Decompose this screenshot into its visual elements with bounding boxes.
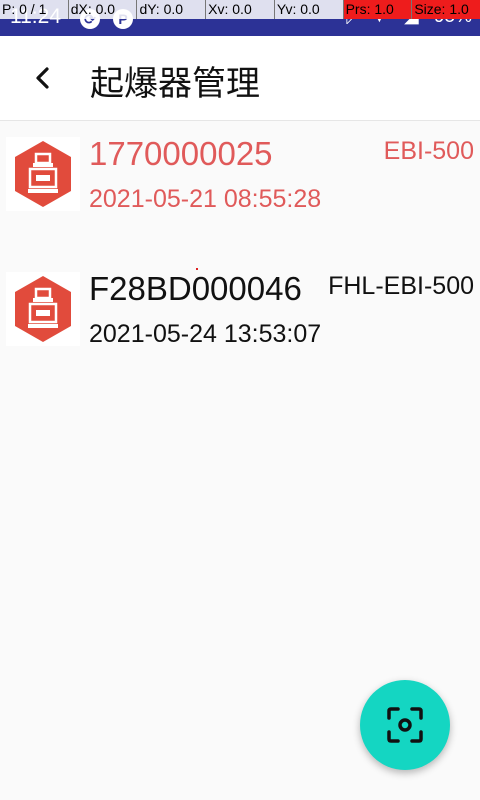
scan-icon [387, 707, 423, 743]
overlay-size: Size: 1.0 [412, 0, 480, 19]
device-model: FHL-EBI-500 [328, 272, 474, 300]
back-button[interactable] [22, 58, 62, 98]
pointer-location-overlay: P: 0 / 1 dX: 0.0 dY: 0.0 Xv: 0.0 Yv: 0.0… [0, 0, 480, 19]
device-model: EBI-500 [383, 137, 474, 165]
overlay-dx: dX: 0.0 [68, 0, 138, 19]
device-list-item[interactable]: F28BD000046 FHL-EBI-500 2021-05-24 13:53… [0, 256, 480, 391]
device-id: F28BD000046 [89, 270, 302, 307]
touch-point-marker [196, 268, 198, 270]
overlay-yv: Yv: 0.0 [274, 0, 344, 19]
detonator-icon [6, 272, 80, 346]
overlay-pointer-count: P: 0 / 1 [0, 0, 69, 19]
device-timestamp: 2021-05-21 08:55:28 [89, 185, 322, 213]
device-list: 1770000025 EBI-500 2021-05-21 08:55:28 F… [0, 121, 480, 391]
device-list-item[interactable]: 1770000025 EBI-500 2021-05-21 08:55:28 [0, 121, 480, 256]
device-timestamp: 2021-05-24 13:53:07 [89, 320, 322, 348]
overlay-pressure: Prs: 1.0 [343, 0, 413, 19]
page-title: 起爆器管理 [90, 64, 260, 104]
device-id: 1770000025 [89, 135, 273, 172]
overlay-xv: Xv: 0.0 [206, 0, 275, 19]
app-bar: 起爆器管理 [0, 36, 480, 121]
chevron-left-icon [36, 67, 49, 89]
scan-button[interactable] [360, 680, 450, 770]
overlay-dy: dY: 0.0 [137, 0, 207, 19]
detonator-icon [6, 137, 80, 211]
